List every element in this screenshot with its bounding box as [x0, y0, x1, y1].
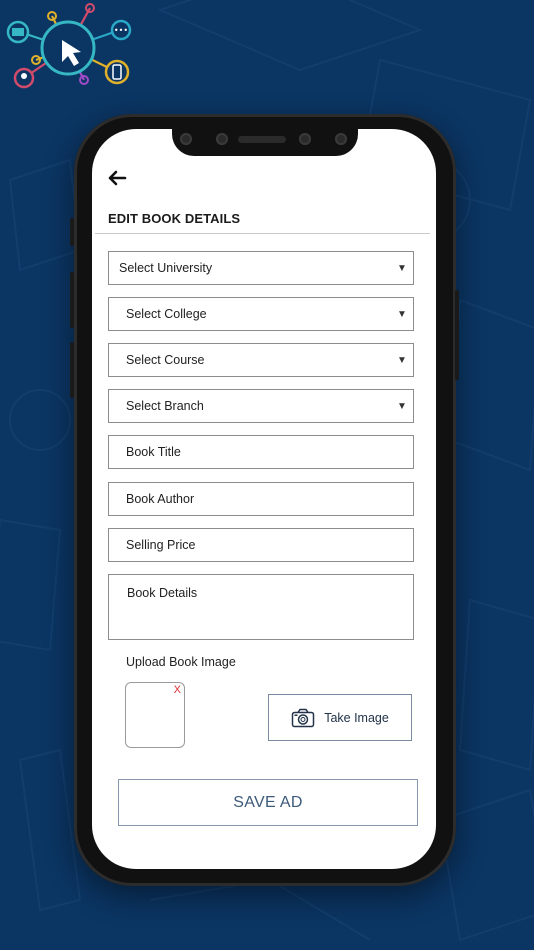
book-details-placeholder: Book Details [127, 586, 198, 600]
app-screen: EDIT BOOK DETAILS Select University ▼ Se… [92, 129, 436, 869]
book-author-placeholder: Book Author [126, 492, 195, 506]
book-author-input[interactable]: Book Author [108, 482, 414, 516]
college-select-value: Select College [126, 307, 207, 321]
caret-down-icon: ▼ [397, 308, 407, 320]
selling-price-input[interactable]: Selling Price [108, 528, 414, 562]
college-select[interactable]: Select College ▼ [108, 297, 414, 331]
phone-side-button [455, 290, 459, 380]
phone-notch [172, 126, 358, 156]
upload-image-label: Upload Book Image [126, 655, 236, 669]
front-sensor [299, 133, 311, 145]
phone-side-button [70, 272, 74, 328]
caret-down-icon: ▼ [397, 354, 407, 366]
phone-side-button [70, 342, 74, 398]
selling-price-placeholder: Selling Price [126, 538, 196, 552]
book-details-textarea[interactable]: Book Details [108, 574, 414, 640]
front-sensor [216, 133, 228, 145]
university-select-value: Select University [119, 261, 213, 275]
app-logo: ••• [0, 0, 140, 95]
back-button[interactable] [106, 167, 128, 189]
arrow-left-icon [108, 170, 127, 186]
page-title: EDIT BOOK DETAILS [108, 211, 241, 226]
caret-down-icon: ▼ [397, 262, 407, 274]
front-sensor [335, 133, 347, 145]
course-select[interactable]: Select Course ▼ [108, 343, 414, 377]
front-camera [180, 133, 192, 145]
branch-select[interactable]: Select Branch ▼ [108, 389, 414, 423]
divider [95, 233, 430, 234]
take-image-label: Take Image [324, 710, 389, 725]
phone-side-button [70, 218, 74, 246]
earpiece-speaker [238, 136, 286, 143]
university-select[interactable]: Select University ▼ [108, 251, 414, 285]
take-image-button[interactable]: Take Image [268, 694, 412, 741]
camera-icon [291, 708, 315, 727]
save-ad-button[interactable]: SAVE AD [118, 779, 418, 826]
book-image-slot[interactable]: X [125, 682, 185, 748]
book-title-input[interactable]: Book Title [108, 435, 414, 469]
course-select-value: Select Course [126, 353, 205, 367]
book-title-placeholder: Book Title [126, 445, 181, 459]
svg-text:•••: ••• [114, 26, 128, 35]
caret-down-icon: ▼ [397, 400, 407, 412]
remove-image-button[interactable]: X [174, 684, 181, 696]
branch-select-value: Select Branch [126, 399, 204, 413]
